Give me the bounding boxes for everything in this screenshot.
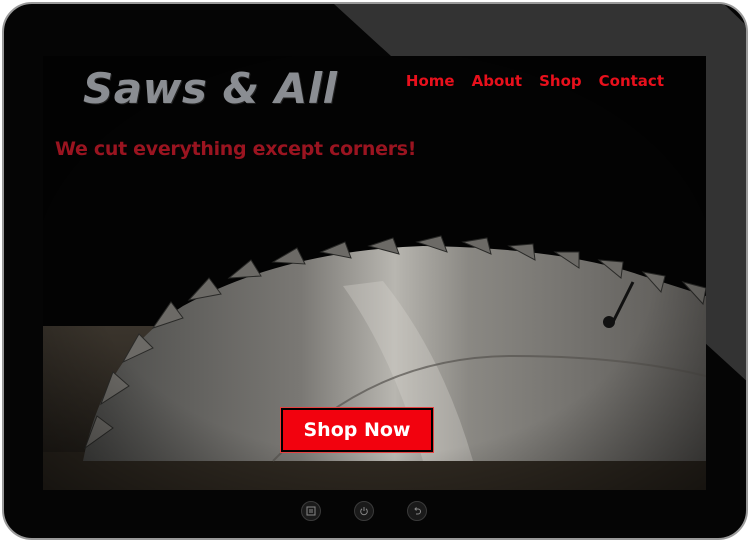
nav-contact-link[interactable]: Contact xyxy=(599,72,664,90)
tablet-frame: Saws & All Home About Shop Contact We cu… xyxy=(2,2,748,540)
back-icon xyxy=(414,507,421,515)
power-icon xyxy=(360,507,368,516)
tagline: We cut everything except corners! xyxy=(55,138,417,160)
power-hardware-button[interactable] xyxy=(354,501,374,521)
site-logo[interactable]: Saws & All xyxy=(83,64,338,113)
menu-icon xyxy=(306,506,316,516)
website-screen: Saws & All Home About Shop Contact We cu… xyxy=(43,56,706,490)
shop-now-button[interactable]: Shop Now xyxy=(280,407,434,453)
back-hardware-button[interactable] xyxy=(407,501,427,521)
menu-hardware-button[interactable] xyxy=(301,501,321,521)
main-nav: Home About Shop Contact xyxy=(406,72,664,90)
nav-about-link[interactable]: About xyxy=(472,72,523,90)
nav-shop-link[interactable]: Shop xyxy=(539,72,582,90)
nav-home-link[interactable]: Home xyxy=(406,72,455,90)
